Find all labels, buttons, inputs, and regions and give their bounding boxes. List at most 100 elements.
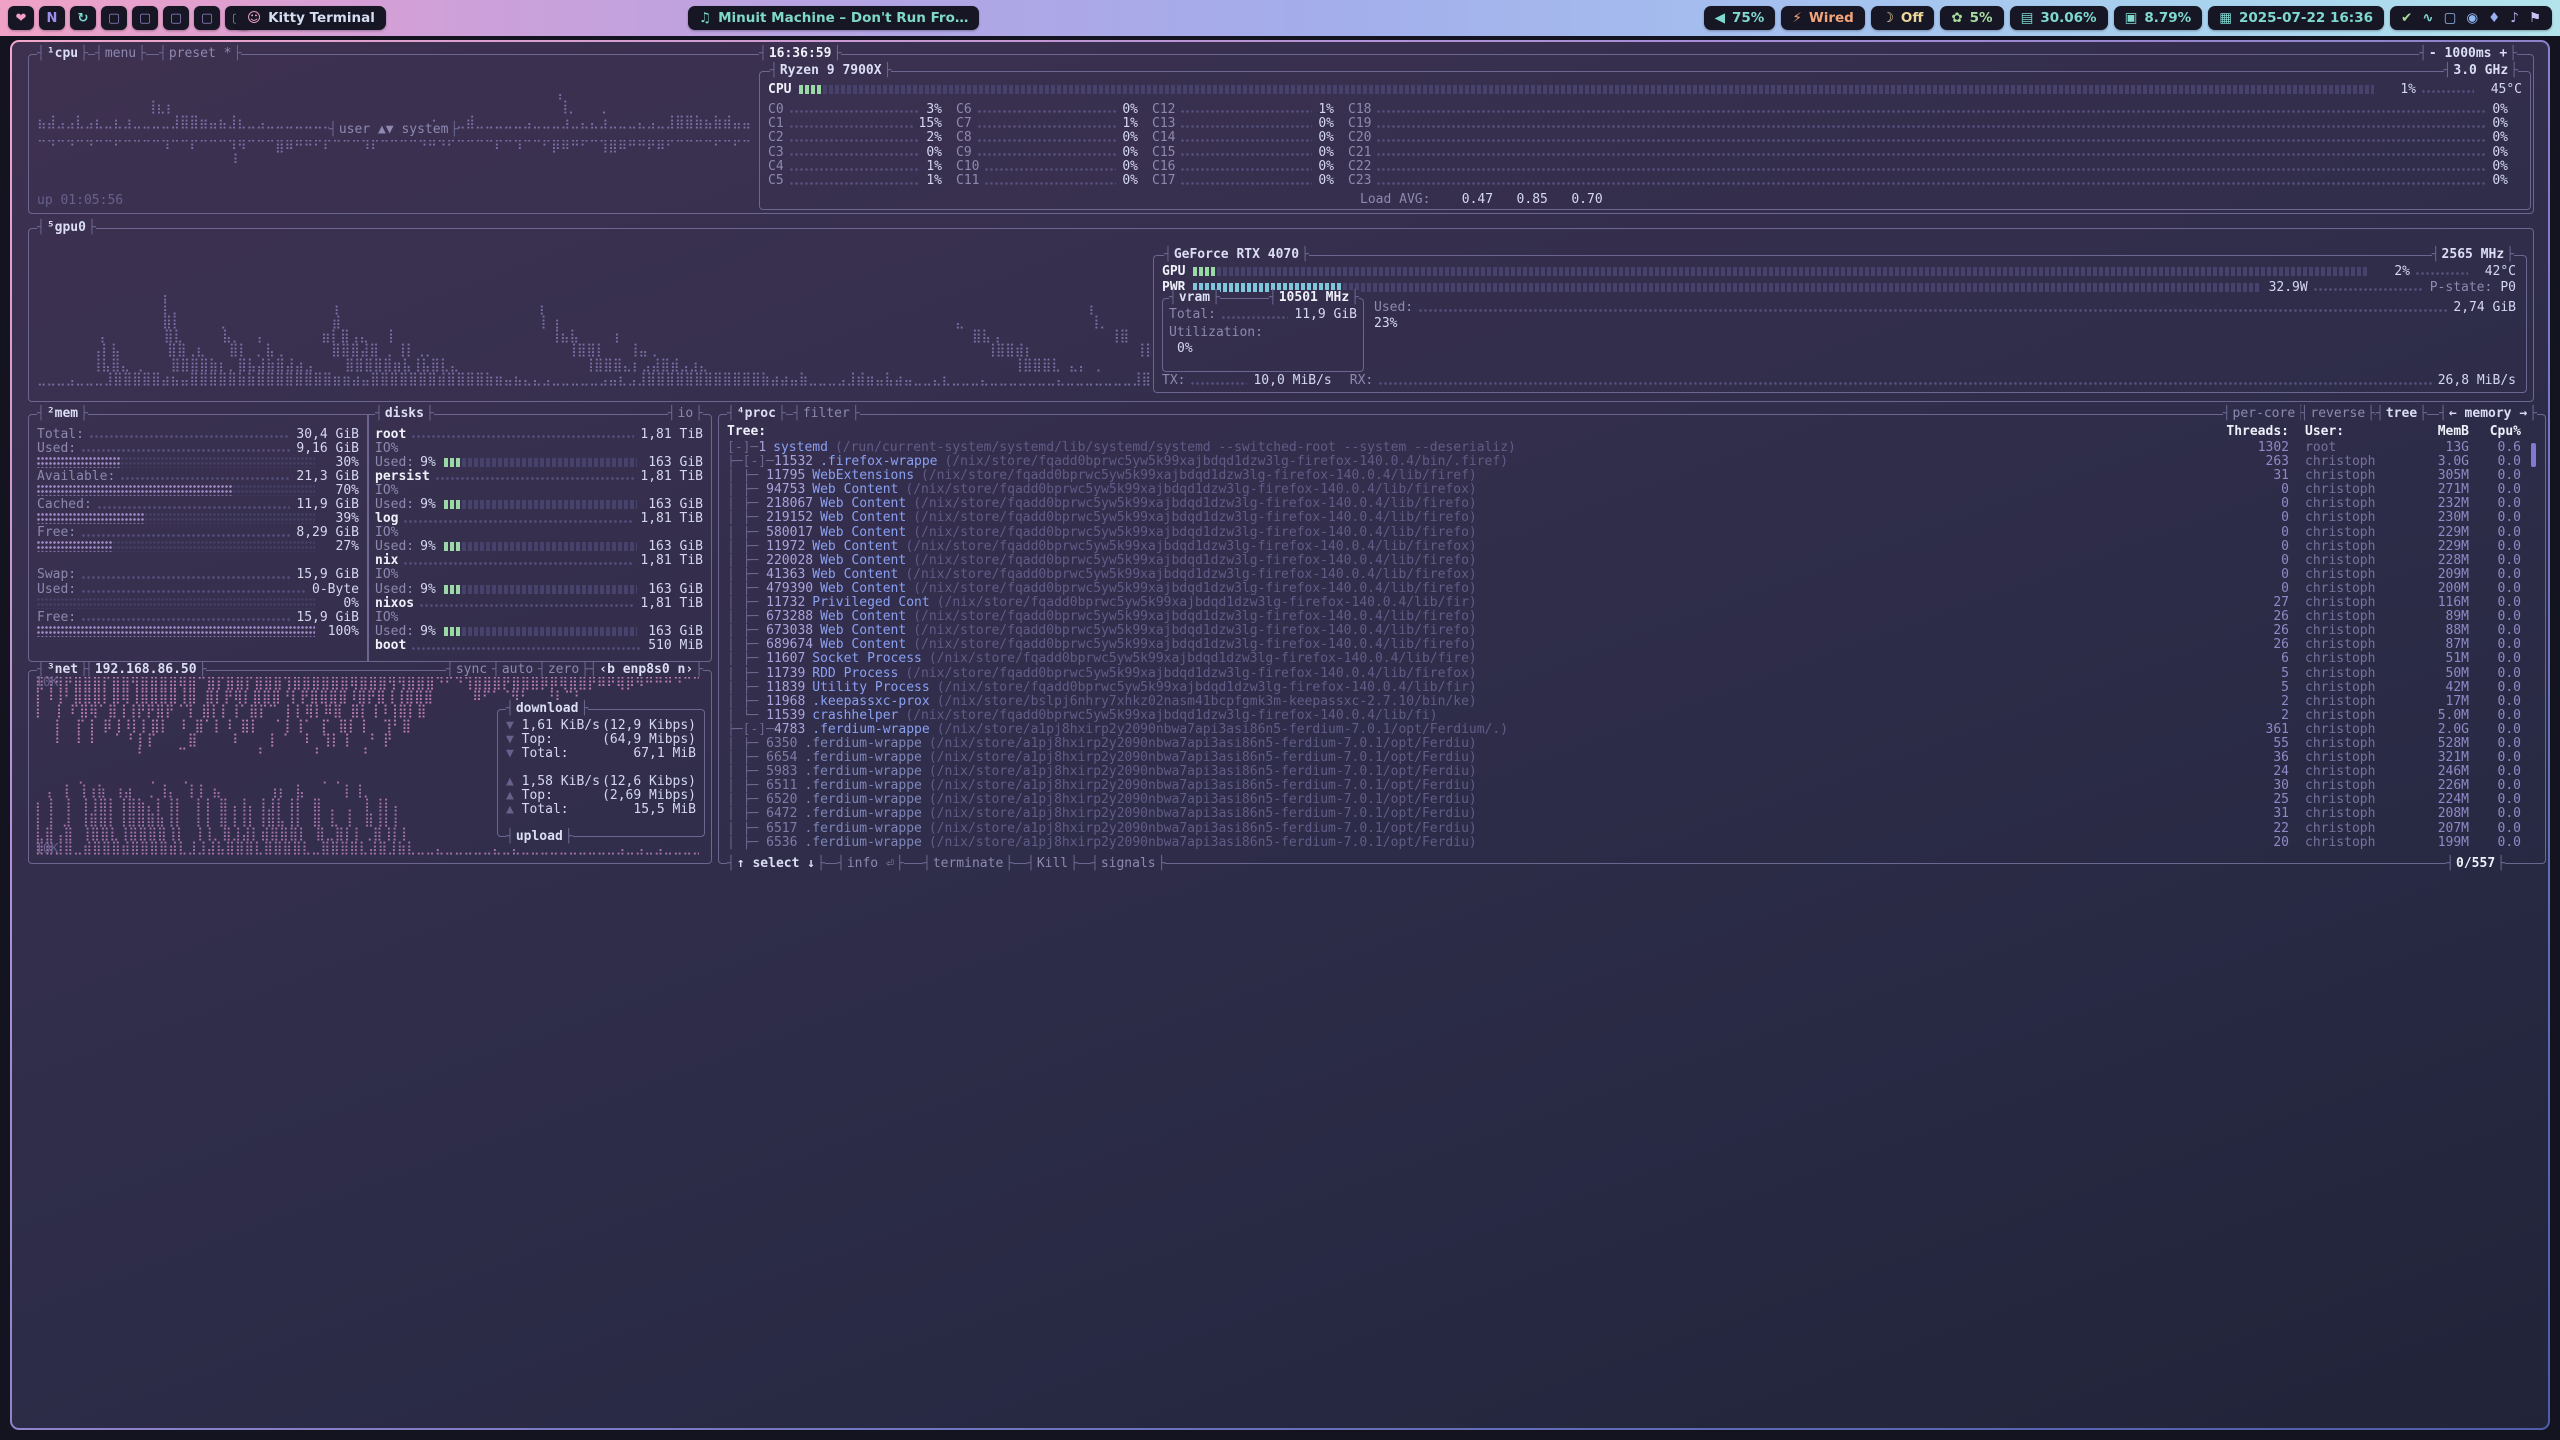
kill-control[interactable]: Kill xyxy=(1027,856,1078,872)
tray-icon[interactable]: ⚑ xyxy=(2529,10,2541,26)
info-control[interactable]: info ⏎ xyxy=(837,856,904,872)
status-icon: ▦ xyxy=(2219,10,2232,26)
workspace-button[interactable]: ▢ xyxy=(101,6,127,30)
process-row[interactable]: │ ├─ 673038Web Content(/nix/store/fqadd0… xyxy=(727,624,2525,638)
process-user: christoph xyxy=(2289,793,2409,807)
cpu-core-row: C170% xyxy=(1152,174,1348,188)
process-row[interactable]: │ ├─ 6472.ferdium-wrappe(/nix/store/a1pj… xyxy=(727,807,2525,821)
process-name: .ferdium-wrappe xyxy=(804,836,921,850)
process-row[interactable]: │ ├─ 11968.keepassxc-prox(/nix/store/bsl… xyxy=(727,695,2525,709)
per-core-toggle[interactable]: per-core xyxy=(2223,406,2305,422)
status-pill[interactable]: ◀ 75% xyxy=(1704,6,1776,30)
process-row[interactable]: │ ├─ 11795WebExtensions(/nix/store/fqadd… xyxy=(727,469,2525,483)
net-interface-switcher[interactable]: ‹b enp8s0 n› xyxy=(589,662,703,678)
tray-icon[interactable]: ▢ xyxy=(2444,10,2457,26)
net-auto-toggle[interactable]: auto xyxy=(492,662,543,678)
status-pill[interactable]: ▦ 2025-07-22 16:36 xyxy=(2208,6,2384,30)
workspace-button[interactable]: ❤ xyxy=(8,6,34,30)
process-row[interactable]: │ ├─ 6520.ferdium-wrappe(/nix/store/a1pj… xyxy=(727,793,2525,807)
process-row[interactable]: ├─[-]─4783.ferdium-wrappe(/nix/store/a1p… xyxy=(727,723,2525,737)
process-memory: 321M xyxy=(2409,751,2469,765)
process-name: .ferdium-wrappe xyxy=(804,807,921,821)
process-threads: 0 xyxy=(2211,497,2289,511)
net-rate-row: ▲ Total:15,5 MiB xyxy=(506,802,696,816)
process-row[interactable]: │ └─ 11539crashhelper(/nix/store/fqadd0b… xyxy=(727,709,2525,723)
terminate-control[interactable]: terminate xyxy=(923,856,1013,872)
process-row[interactable]: │ ├─ 11739RDD Process(/nix/store/fqadd0b… xyxy=(727,667,2525,681)
process-row[interactable]: │ ├─ 6517.ferdium-wrappe(/nix/store/a1pj… xyxy=(727,822,2525,836)
process-row[interactable]: │ ├─ 580017Web Content(/nix/store/fqadd0… xyxy=(727,526,2525,540)
process-pid: 5983 xyxy=(766,765,797,779)
process-cpu: 0.0 xyxy=(2469,751,2525,765)
cpu-core-row: C60% xyxy=(956,102,1152,116)
workspace-button[interactable]: N xyxy=(39,6,65,30)
workspace-button[interactable]: ▢ xyxy=(132,6,158,30)
process-scrollbar[interactable] xyxy=(2531,443,2536,467)
process-row[interactable]: │ ├─ 94753Web Content(/nix/store/fqadd0b… xyxy=(727,483,2525,497)
process-name: .firefox-wrappe xyxy=(820,455,937,469)
tray-icon[interactable]: ♦ xyxy=(2488,10,2500,26)
workspace-button[interactable]: ↻ xyxy=(70,6,96,30)
filter-button[interactable]: filter xyxy=(793,406,860,422)
disks-io-toggle[interactable]: io xyxy=(668,406,703,422)
tray-icon[interactable]: ◉ xyxy=(2466,10,2478,26)
cpu-core-row: C100% xyxy=(956,159,1152,173)
process-row[interactable]: │ ├─ 6536.ferdium-wrappe(/nix/store/a1pj… xyxy=(727,836,2525,850)
tray-icon[interactable]: ♪ xyxy=(2510,10,2519,26)
window-title-pill[interactable]: ☺ Kitty Terminal xyxy=(236,6,386,30)
disk-size: 1,81 TiB xyxy=(640,511,703,526)
process-row[interactable]: │ ├─ 219152Web Content(/nix/store/fqadd0… xyxy=(727,511,2525,525)
tree-branch: │ ├─ xyxy=(727,737,766,751)
tree-toggle[interactable]: tree xyxy=(2376,406,2427,422)
status-pill[interactable]: ☽ Off xyxy=(1871,6,1935,30)
core-id: C5 xyxy=(768,173,784,188)
column-threads: Threads: xyxy=(2211,425,2289,439)
workspace-button[interactable]: ▢ xyxy=(194,6,220,30)
core-id: C12 xyxy=(1152,102,1175,117)
process-threads: 0 xyxy=(2211,511,2289,525)
music-player-pill[interactable]: ♫ Minuit Machine – Don't Run Fro… xyxy=(688,6,979,30)
process-memory: 88M xyxy=(2409,624,2469,638)
workspace-icon: ↻ xyxy=(78,11,89,26)
select-control[interactable]: ↑ select ↓ xyxy=(727,856,825,872)
process-row[interactable]: │ ├─ 6350.ferdium-wrappe(/nix/store/a1pj… xyxy=(727,737,2525,751)
process-user: christoph xyxy=(2289,540,2409,554)
net-sync-toggle[interactable]: sync xyxy=(446,662,497,678)
tree-branch: │ ├─ xyxy=(727,511,766,525)
process-row[interactable]: [-]─1systemd(/run/current-system/systemd… xyxy=(727,441,2525,455)
net-zero-toggle[interactable]: zero xyxy=(538,662,589,678)
process-row[interactable]: │ ├─ 11839Utility Process(/nix/store/fqa… xyxy=(727,681,2525,695)
signals-control[interactable]: signals xyxy=(1091,856,1165,872)
status-pill[interactable]: ✿ 5% xyxy=(1940,6,2003,30)
process-row[interactable]: ├─[-]─11532.firefox-wrappe(/nix/store/fq… xyxy=(727,455,2525,469)
process-row[interactable]: │ ├─ 6511.ferdium-wrappe(/nix/store/a1pj… xyxy=(727,779,2525,793)
process-row[interactable]: │ ├─ 673288Web Content(/nix/store/fqadd0… xyxy=(727,610,2525,624)
process-row[interactable]: │ ├─ 220028Web Content(/nix/store/fqadd0… xyxy=(727,554,2525,568)
process-row[interactable]: │ ├─ 5983.ferdium-wrappe(/nix/store/a1pj… xyxy=(727,765,2525,779)
core-percent: 2% xyxy=(926,130,942,145)
workspace-button[interactable]: ▢ xyxy=(163,6,189,30)
reverse-toggle[interactable]: reverse xyxy=(2301,406,2375,422)
tray-icon[interactable]: ∿ xyxy=(2422,10,2433,26)
tray-icon[interactable]: ✔ xyxy=(2401,10,2412,26)
sort-column-selector[interactable]: ← memory → xyxy=(2439,406,2537,422)
menu-button[interactable]: menu xyxy=(95,46,146,62)
status-pill[interactable]: ⚡ Wired xyxy=(1781,6,1864,30)
status-icon: ✿ xyxy=(1951,10,1962,26)
process-row[interactable]: │ ├─ 41363Web Content(/nix/store/fqadd0b… xyxy=(727,568,2525,582)
process-row[interactable]: │ ├─ 11607Socket Process(/nix/store/fqad… xyxy=(727,652,2525,666)
disk-io-label: IO% xyxy=(375,441,398,456)
gpu-usage-row: GPU 2% 42°C xyxy=(1162,264,2516,278)
music-icon: ♫ xyxy=(699,10,711,26)
status-pill[interactable]: ▣ 8.79% xyxy=(2114,6,2203,30)
vram-utilization-label: Utilization: xyxy=(1169,325,1263,340)
update-interval-control[interactable]: - 1000ms + xyxy=(2419,46,2517,62)
status-pill[interactable]: ▤ 30.06% xyxy=(2010,6,2108,30)
process-row[interactable]: │ ├─ 218067Web Content(/nix/store/fqadd0… xyxy=(727,497,2525,511)
preset-button[interactable]: preset * xyxy=(159,46,241,62)
process-row[interactable]: │ ├─ 689674Web Content(/nix/store/fqadd0… xyxy=(727,638,2525,652)
process-row[interactable]: │ ├─ 11732Privileged Cont(/nix/store/fqa… xyxy=(727,596,2525,610)
process-row[interactable]: │ ├─ 6654.ferdium-wrappe(/nix/store/a1pj… xyxy=(727,751,2525,765)
process-row[interactable]: │ ├─ 11972Web Content(/nix/store/fqadd0b… xyxy=(727,540,2525,554)
process-row[interactable]: │ ├─ 479390Web Content(/nix/store/fqadd0… xyxy=(727,582,2525,596)
